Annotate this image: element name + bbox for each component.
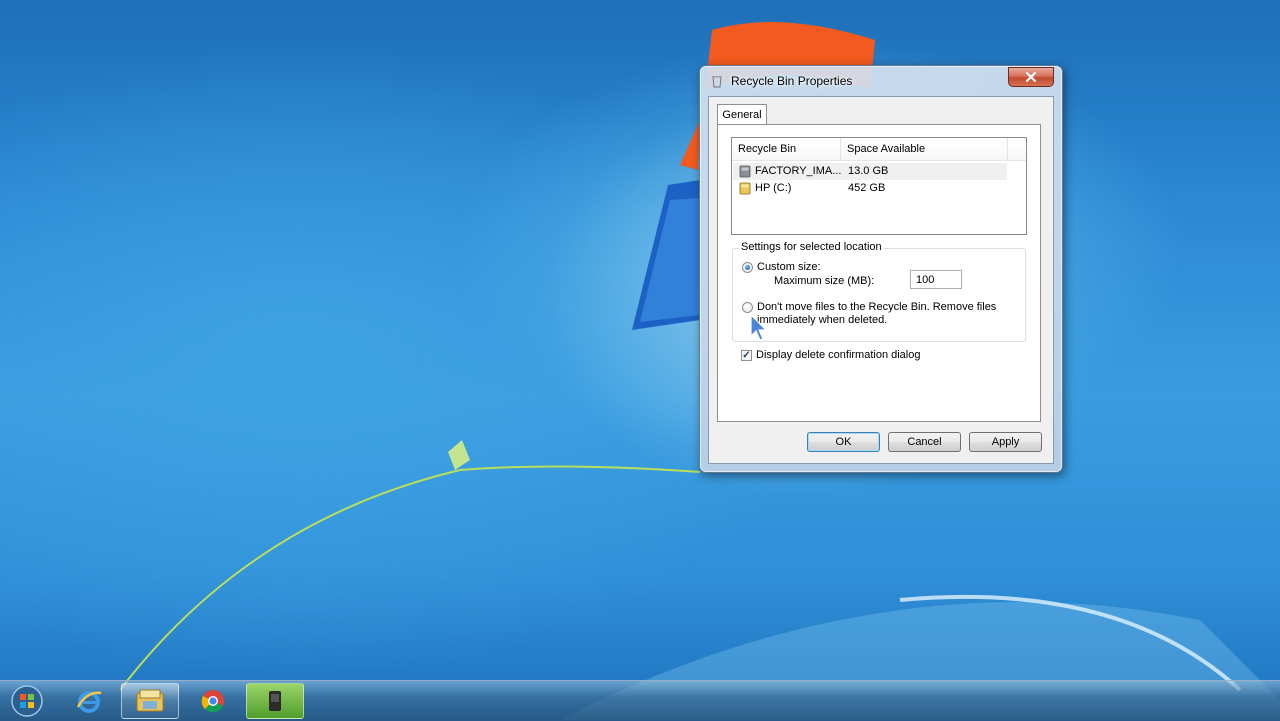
custom-size-label: Custom size: — [757, 261, 821, 273]
list-item[interactable]: FACTORY_IMA... 13.0 GB — [733, 163, 1007, 180]
display-confirmation-label: Display delete confirmation dialog — [756, 349, 921, 361]
list-header: Recycle Bin Location Space Available — [732, 138, 1026, 177]
tab-general[interactable]: General — [717, 104, 767, 125]
list-item[interactable]: HP (C:) 452 GB — [733, 180, 1007, 197]
custom-size-radio[interactable] — [742, 262, 753, 273]
cancel-button[interactable]: Cancel — [888, 432, 961, 452]
max-size-label: Maximum size (MB): — [774, 275, 875, 287]
taskbar-windows-explorer[interactable] — [121, 683, 179, 719]
apply-button[interactable]: Apply — [969, 432, 1042, 452]
desktop-wallpaper — [119, 22, 1280, 720]
general-tab-page: Recycle Bin Location Space Available FAC… — [717, 124, 1041, 422]
recycle-bin-icon — [712, 76, 722, 88]
dont-move-files-label-line1: Don't move files to the Recycle Bin. Rem… — [757, 301, 997, 313]
taskbar — [0, 680, 1280, 721]
drive-icon — [739, 165, 751, 178]
app-icon — [269, 691, 281, 711]
location-cell: FACTORY_IMA... — [755, 165, 842, 177]
taskbar-chrome[interactable] — [184, 683, 242, 719]
ok-button[interactable]: OK — [807, 432, 880, 452]
drive-icon — [739, 182, 751, 195]
dont-move-files-label-line2: immediately when deleted. — [757, 314, 888, 326]
taskbar-internet-explorer[interactable] — [60, 683, 118, 719]
dialog-client-area: General Recycle Bin Location Space Avail… — [708, 96, 1054, 464]
space-cell: 13.0 GB — [848, 165, 889, 177]
chrome-icon — [201, 690, 224, 713]
close-icon — [1025, 72, 1037, 82]
space-cell: 452 GB — [848, 182, 886, 194]
taskbar-app[interactable] — [246, 683, 304, 719]
settings-group-label: Settings for selected location — [739, 241, 884, 253]
internet-explorer-icon — [76, 691, 102, 713]
location-cell: HP (C:) — [755, 182, 792, 194]
recycle-bin-location-list[interactable]: Recycle Bin Location Space Available FAC… — [731, 137, 1027, 235]
max-size-input[interactable] — [910, 270, 962, 289]
display-confirmation-checkbox[interactable]: ✓ — [741, 350, 752, 361]
windows-explorer-icon — [136, 689, 164, 712]
dialog-title: Recycle Bin Properties — [731, 74, 853, 88]
column-header-location[interactable]: Recycle Bin Location — [732, 138, 841, 177]
start-orb-icon[interactable] — [8, 683, 46, 719]
column-header-space[interactable]: Space Available — [841, 138, 1008, 160]
settings-groupbox: Settings for selected location Custom si… — [732, 241, 1026, 342]
close-button[interactable] — [1008, 67, 1054, 87]
recycle-bin-properties-dialog: Recycle Bin Properties General Recycle B… — [699, 65, 1063, 473]
dont-move-files-radio[interactable] — [742, 302, 753, 313]
mouse-cursor-icon — [750, 314, 768, 341]
